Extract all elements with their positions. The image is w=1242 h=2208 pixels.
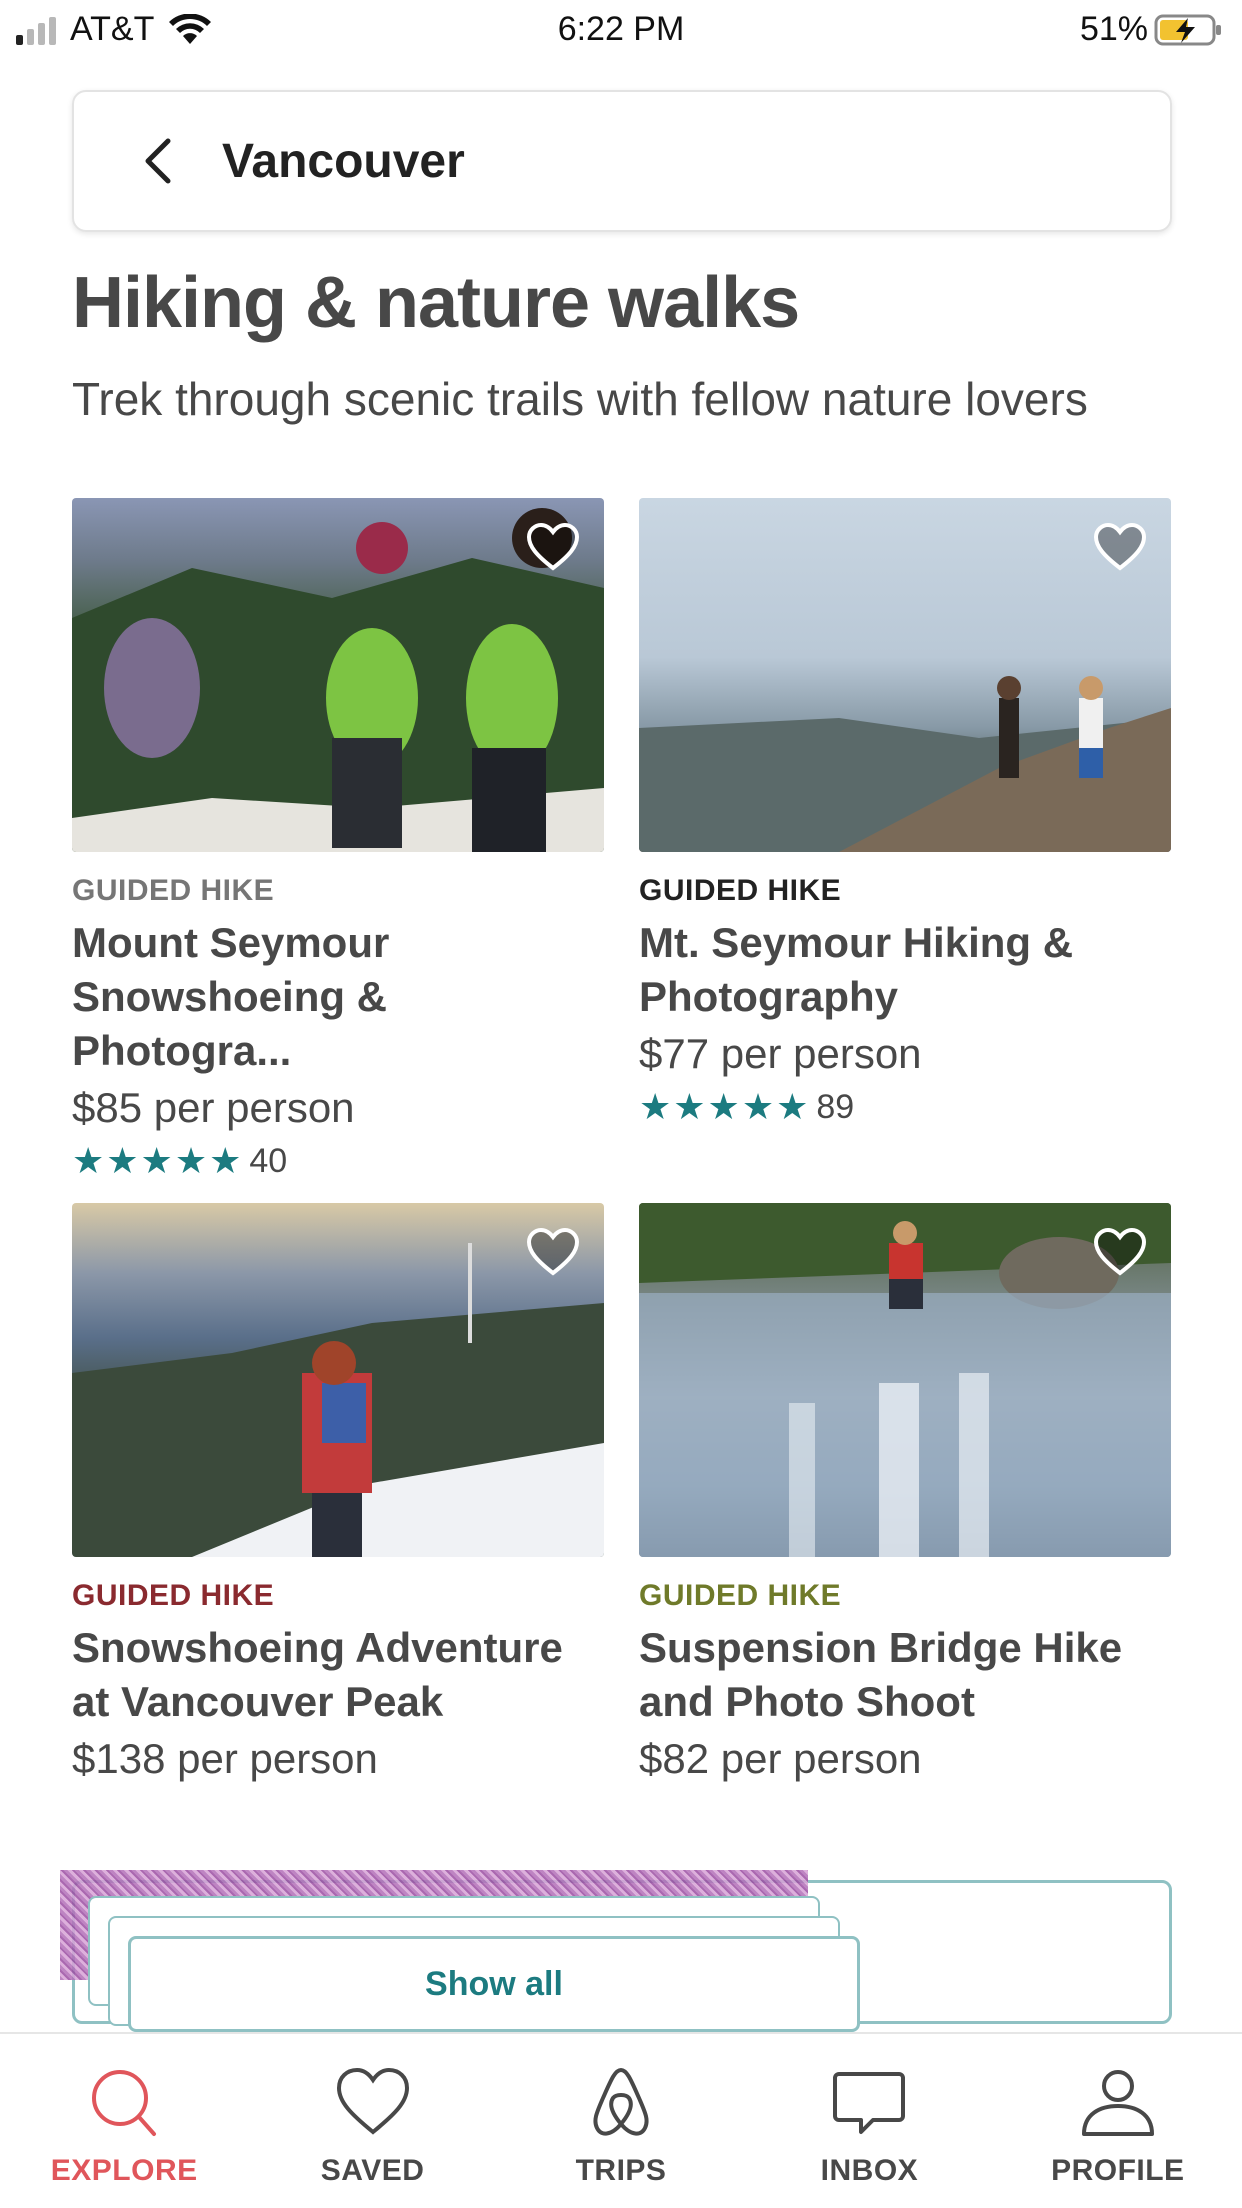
experience-card[interactable]: GUIDED HIKE Mt. Seymour Hiking & Photogr… [639,498,1171,1128]
location-title: Vancouver [222,134,465,188]
heart-icon[interactable] [1093,1227,1147,1277]
card-title[interactable]: Snowshoeing Adventure at Vancouver Peak [72,1621,604,1729]
page-title: Hiking & nature walks [72,263,800,343]
status-bar: AT&T 6:22 PM 51% [0,0,1242,58]
battery-charging-icon [1154,14,1221,45]
card-category: GUIDED HIKE [72,874,275,907]
experience-photo[interactable] [639,498,1171,852]
card-rating: ★★★★★ 40 [72,1140,604,1182]
card-title[interactable]: Mount Seymour Snowshoeing & Photogra... [72,916,604,1078]
tab-saved[interactable]: SAVED [248,2034,496,2208]
card-price: $77 per person [639,1030,922,1077]
snowy-peak-image [72,1243,604,1557]
tab-label: TRIPS [575,2154,667,2187]
star-rating-icon: ★★★★★ [72,1140,244,1181]
card-title[interactable]: Suspension Bridge Hike and Photo Shoot [639,1621,1171,1729]
experience-photo[interactable] [72,1203,604,1557]
tab-profile[interactable]: PROFILE [994,2034,1242,2208]
page-subtitle: Trek through scenic trails with fellow n… [72,373,1088,425]
tab-inbox[interactable]: INBOX [745,2034,993,2208]
user-icon [1081,2070,1154,2136]
card-category: GUIDED HIKE [639,874,842,907]
tab-label: INBOX [820,2154,919,2187]
card-price: $138 per person [72,1735,378,1782]
status-time: 6:22 PM [557,10,685,48]
bottom-tab-bar: EXPLORE SAVED TRIPS INBOX PROFILE [0,2032,1242,2208]
tab-trips[interactable]: TRIPS [497,2034,745,2208]
heart-icon[interactable] [526,1227,580,1277]
heart-icon [336,2067,409,2135]
waterfall-image [639,1203,1171,1557]
star-rating-icon: ★★★★★ [639,1086,811,1127]
experience-photo[interactable] [639,1203,1171,1557]
status-right: 51% [1080,10,1224,49]
show-all-button[interactable]: Show all [128,1936,860,2032]
heart-icon[interactable] [526,522,580,572]
tab-label: PROFILE [1051,2154,1185,2187]
chevron-left-icon[interactable] [130,131,190,191]
tab-label: SAVED [320,2154,425,2187]
experience-card[interactable]: GUIDED HIKE Snowshoeing Adventure at Van… [72,1203,604,1783]
card-title[interactable]: Mt. Seymour Hiking & Photography [639,916,1171,1024]
tab-label: EXPLORE [50,2154,198,2187]
search-icon [92,2070,157,2136]
heart-icon[interactable] [1093,522,1147,572]
review-count: 40 [249,1141,288,1180]
experience-card[interactable]: GUIDED HIKE Mount Seymour Snowshoeing & … [72,498,604,1182]
chat-bubble-icon [833,2072,906,2134]
couple-on-rock-image [639,676,1171,852]
review-count: 89 [816,1087,855,1126]
hikers-scene-image [72,508,604,852]
experience-card[interactable]: GUIDED HIKE Suspension Bridge Hike and P… [639,1203,1171,1783]
tab-explore[interactable]: EXPLORE [0,2034,248,2208]
card-category: GUIDED HIKE [72,1579,275,1612]
card-category: GUIDED HIKE [639,1579,842,1612]
location-bar[interactable]: Vancouver [72,90,1172,232]
airbnb-logo-icon [593,2068,649,2136]
card-rating: ★★★★★ 89 [639,1086,1171,1128]
card-price: $85 per person [72,1084,355,1131]
battery-percent: 51% [1079,10,1148,48]
experience-photo[interactable] [72,498,604,852]
card-price: $82 per person [639,1735,922,1782]
